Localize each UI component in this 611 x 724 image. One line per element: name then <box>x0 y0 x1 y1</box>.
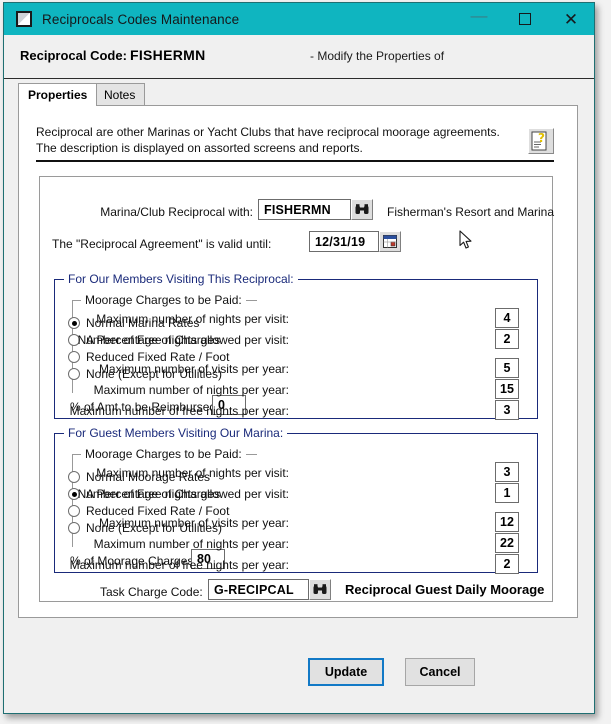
reciprocal-code-value: FISHERMN <box>130 47 206 63</box>
members-max-visits-per-year-input[interactable]: 5 <box>495 358 519 378</box>
marina-code-input[interactable]: FISHERMN <box>258 199 351 220</box>
panel-description: Reciprocal are other Marinas or Yacht Cl… <box>36 125 500 155</box>
members-max-visits-per-year-label: Maximum number of visits per year: <box>98 362 289 376</box>
guests-max-nights-per-year-input[interactable]: 22 <box>495 533 519 553</box>
guests-section-fieldset: For Guest Members Visiting Our Marina: M… <box>54 426 538 574</box>
form-groupbox: Marina/Club Reciprocal with: FISHERMN Fi… <box>39 176 555 602</box>
members-max-free-nights-per-year-input[interactable]: 3 <box>495 400 519 420</box>
binoculars-icon <box>313 584 327 594</box>
guests-section-legend: For Guest Members Visiting Our Marina: <box>64 426 288 440</box>
update-button[interactable]: Update <box>308 658 384 686</box>
marina-lookup-button[interactable] <box>351 199 373 220</box>
svg-text:?: ? <box>538 131 545 145</box>
properties-tab-panel: Reciprocal are other Marinas or Yacht Cl… <box>18 105 578 618</box>
cancel-button[interactable]: Cancel <box>405 658 475 686</box>
marina-reciprocal-label: Marina/Club Reciprocal with: <box>100 205 253 219</box>
members-max-nights-per-year-label: Maximum number of nights per year: <box>93 383 289 397</box>
task-charge-lookup-button[interactable] <box>309 579 331 600</box>
valid-until-input[interactable]: 12/31/19 <box>309 231 379 252</box>
guests-max-visits-per-year-label: Maximum number of visits per year: <box>98 516 289 530</box>
cancel-button-label: Cancel <box>419 665 461 679</box>
guests-free-nights-per-visit-input[interactable]: 1 <box>495 483 519 503</box>
valid-until-label: The "Reciprocal Agreement" is valid unti… <box>52 237 272 251</box>
guests-max-free-nights-per-year-input[interactable]: 2 <box>495 554 519 574</box>
date-picker-button[interactable] <box>379 231 401 252</box>
members-section-legend: For Our Members Visiting This Reciprocal… <box>64 272 298 286</box>
task-charge-code-input[interactable]: G-RECIPCAL <box>208 579 309 600</box>
task-charge-code-label: Task Charge Code: <box>100 585 203 599</box>
calendar-icon <box>383 235 397 248</box>
window-title: Reciprocals Codes Maintenance <box>42 11 240 27</box>
guests-moorage-charges-legend: Moorage Charges to be Paid: <box>81 447 246 461</box>
members-max-nights-per-year-input[interactable]: 15 <box>495 379 519 399</box>
members-max-nights-per-visit-input[interactable]: 4 <box>495 308 519 328</box>
minimize-icon: — <box>470 6 488 25</box>
tabstrip: Properties Notes <box>18 83 578 106</box>
help-document-icon[interactable]: ? <box>528 128 554 154</box>
tab-notes[interactable]: Notes <box>94 83 146 105</box>
guests-free-nights-per-visit-label: Number of Free nights allowed per visit: <box>77 487 289 501</box>
header-band: Reciprocal Code: FISHERMN - Modify the P… <box>4 35 594 79</box>
maximize-icon <box>519 13 531 25</box>
guests-max-nights-per-year-label: Maximum number of nights per year: <box>93 537 289 551</box>
header-divider <box>4 78 594 79</box>
members-moorage-charges-legend: Moorage Charges to be Paid: <box>81 293 246 307</box>
guests-max-nights-per-visit-label: Maximum number of nights per visit: <box>96 466 289 480</box>
close-button[interactable]: ✕ <box>548 3 594 35</box>
window-controls: — ✕ <box>456 3 594 35</box>
window-restore-icon <box>16 11 32 27</box>
members-section-fieldset: For Our Members Visiting This Reciprocal… <box>54 272 538 420</box>
members-free-nights-per-visit-input[interactable]: 2 <box>495 329 519 349</box>
tab-properties-label: Properties <box>28 88 88 102</box>
members-free-nights-per-visit-label: Number of Free nights allowed per visit: <box>77 333 289 347</box>
minimize-button[interactable]: — <box>456 3 502 39</box>
reciprocals-codes-maintenance-window: Reciprocals Codes Maintenance — ✕ Recipr… <box>3 2 595 714</box>
reciprocal-code-label: Reciprocal Code: <box>20 48 127 63</box>
guests-max-nights-per-visit-input[interactable]: 3 <box>495 462 519 482</box>
members-max-free-nights-per-year-label: Maximum number of free nights per year: <box>69 404 289 418</box>
update-button-label: Update <box>324 665 368 679</box>
description-divider <box>36 160 554 162</box>
header-mode-text: - Modify the Properties of <box>310 49 445 63</box>
guests-max-visits-per-year-input[interactable]: 12 <box>495 512 519 532</box>
task-charge-description: Reciprocal Guest Daily Moorage <box>345 582 545 597</box>
tab-notes-label: Notes <box>104 87 136 102</box>
tab-properties[interactable]: Properties <box>18 83 98 106</box>
members-max-nights-per-visit-label: Maximum number of nights per visit: <box>96 312 289 326</box>
close-icon: ✕ <box>563 9 579 29</box>
marina-description-text: Fisherman's Resort and Marina <box>387 205 555 219</box>
binoculars-icon <box>355 204 369 214</box>
window-titlebar[interactable]: Reciprocals Codes Maintenance — ✕ <box>4 3 594 35</box>
maximize-button[interactable] <box>502 3 548 35</box>
guests-max-free-nights-per-year-label: Maximum number of free nights per year: <box>69 558 289 572</box>
